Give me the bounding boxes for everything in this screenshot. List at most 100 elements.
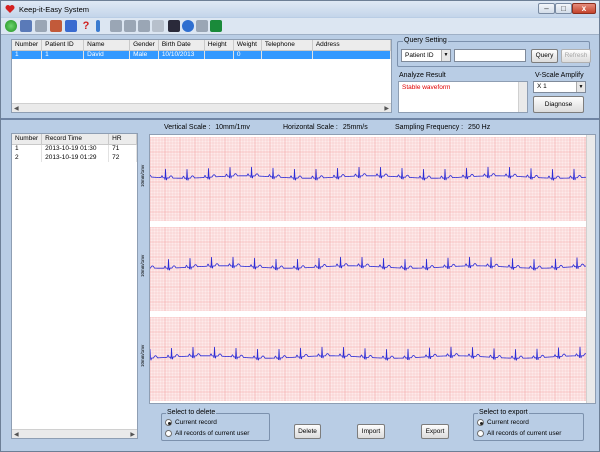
delete-button[interactable]: Delete [294, 424, 321, 439]
help-icon[interactable]: ? [80, 20, 92, 32]
sampling-frequency-label: Sampling Frequency : [395, 124, 464, 131]
disabled-tool-icon-2[interactable] [110, 20, 122, 32]
ecg-strip-svg [149, 226, 591, 312]
analyze-result-label: Analyze Result [399, 72, 446, 79]
query-search-input[interactable] [454, 49, 526, 62]
export-button[interactable]: Export [421, 424, 449, 439]
col-telephone[interactable]: Telephone [261, 40, 313, 51]
cell-weight: 0 [233, 50, 262, 59]
vertical-scale-value: 10mm/1mv [215, 124, 250, 131]
table-row[interactable]: 1 1 David Male 10/10/2013 0 [12, 50, 392, 59]
separator-icon [96, 20, 100, 32]
add-icon[interactable] [5, 20, 17, 32]
cell-record-time: 2013-10-19 01:29 [41, 153, 110, 162]
vscale-select[interactable]: X 1 ▼ [533, 81, 586, 93]
cell-record-number: 2 [12, 153, 43, 162]
import-button[interactable]: Import [357, 424, 385, 439]
vertical-scale-label: Vertical Scale : [164, 124, 211, 131]
table-row[interactable]: 2 2013-10-19 01:29 72 [12, 153, 137, 162]
scroll-left-icon[interactable]: ◀ [14, 431, 19, 438]
horizontal-scrollbar[interactable]: ◀ ▶ [12, 103, 391, 112]
table-row[interactable]: 1 2013-10-19 01:30 71 [12, 144, 137, 153]
query-field-value: Patient ID [405, 52, 434, 59]
delete-all-radio[interactable]: All records of current user [165, 430, 249, 437]
cell-patient-id: 1 [41, 50, 85, 59]
section-divider [1, 118, 599, 120]
disabled-tool-icon-3[interactable] [124, 20, 136, 32]
delete-all-label: All records of current user [175, 430, 250, 437]
strip-scale-label: 10mm/1mv [140, 254, 145, 277]
scroll-right-icon[interactable]: ▶ [384, 105, 389, 112]
disabled-tool-icon[interactable] [35, 20, 47, 32]
ecg-strip [149, 136, 591, 222]
diagnose-button[interactable]: Diagnose [533, 96, 584, 113]
vertical-scale-info: Vertical Scale : 10mm/1mv [164, 124, 250, 131]
horizontal-scale-label: Horizontal Scale : [283, 124, 338, 131]
main-window: Keep-it-Easy System – □ x ? Number Patie… [0, 0, 600, 452]
vscale-value: X 1 [537, 83, 547, 90]
disabled-tool-icon-5[interactable] [196, 20, 208, 32]
ecg-strip [149, 316, 591, 402]
chart-icon[interactable] [168, 20, 180, 32]
download-icon[interactable] [50, 20, 62, 32]
cell-record-number: 1 [12, 144, 43, 153]
disabled-tool-icon-4[interactable] [138, 20, 150, 32]
cell-hr: 72 [108, 153, 137, 162]
vertical-scrollbar[interactable] [518, 82, 527, 112]
delete-current-radio[interactable]: Current record [165, 419, 217, 426]
chevron-down-icon: ▼ [576, 82, 585, 92]
edit-user-icon[interactable] [20, 20, 32, 32]
vertical-scrollbar[interactable] [586, 135, 595, 403]
col-record-time[interactable]: Record Time [41, 134, 110, 145]
patient-table-panel: Number Patient ID Name Gender Birth Date… [11, 39, 392, 113]
scroll-right-icon[interactable]: ▶ [130, 431, 135, 438]
window-title: Keep-it-Easy System [19, 5, 90, 14]
col-number[interactable]: Number [12, 40, 43, 51]
query-button[interactable]: Query [531, 49, 558, 63]
col-height[interactable]: Height [204, 40, 234, 51]
cell-name: David [83, 50, 131, 59]
col-hr[interactable]: HR [108, 134, 137, 145]
heart-icon [5, 5, 15, 13]
export-current-label: Current record [487, 419, 529, 426]
patient-table: Number Patient ID Name Gender Birth Date… [12, 40, 392, 59]
export-group-title: Select to export [478, 409, 529, 416]
radio-selected-icon [477, 419, 484, 426]
delete-current-label: Current record [175, 419, 217, 426]
reload-icon[interactable] [182, 20, 194, 32]
cell-telephone [261, 50, 313, 59]
export-all-radio[interactable]: All records of current user [477, 430, 561, 437]
export-all-label: All records of current user [487, 430, 562, 437]
col-birth-date[interactable]: Birth Date [158, 40, 205, 51]
col-name[interactable]: Name [83, 40, 131, 51]
maximize-button[interactable]: □ [555, 3, 572, 14]
cell-hr: 71 [108, 144, 137, 153]
radio-selected-icon [165, 419, 172, 426]
refresh-button[interactable]: Refresh [561, 49, 591, 63]
vscale-label: V-Scale Amplify [535, 72, 584, 79]
export-current-radio[interactable]: Current record [477, 419, 529, 426]
col-address[interactable]: Address [312, 40, 392, 51]
analyze-result-text: Stable waveform [402, 84, 451, 91]
document-icon[interactable] [152, 20, 164, 32]
message-icon[interactable] [210, 20, 222, 32]
refresh-data-icon[interactable] [65, 20, 77, 32]
col-weight[interactable]: Weight [233, 40, 262, 51]
col-record-number[interactable]: Number [12, 134, 43, 145]
col-gender[interactable]: Gender [129, 40, 159, 51]
query-field-select[interactable]: Patient ID ▼ [401, 49, 451, 62]
ecg-strip-svg [149, 316, 591, 402]
scroll-left-icon[interactable]: ◀ [14, 105, 19, 112]
col-patient-id[interactable]: Patient ID [41, 40, 85, 51]
minimize-button[interactable]: – [538, 3, 555, 14]
cell-number: 1 [12, 50, 43, 59]
horizontal-scale-info: Horizontal Scale : 25mm/s [283, 124, 368, 131]
delete-group-title: Select to delete [166, 409, 217, 416]
cell-record-time: 2013-10-19 01:30 [41, 144, 110, 153]
cell-address [312, 50, 392, 59]
close-button[interactable]: x [572, 3, 596, 14]
horizontal-scrollbar[interactable]: ◀ ▶ [12, 429, 137, 438]
chevron-down-icon: ▼ [441, 50, 450, 61]
strip-scale-label: 10mm/1mv [140, 344, 145, 367]
horizontal-scale-value: 25mm/s [342, 124, 368, 131]
